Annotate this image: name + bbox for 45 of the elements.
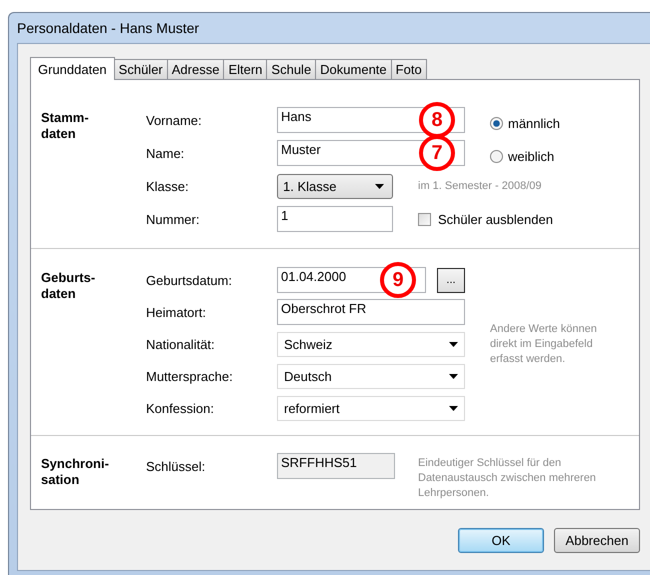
dropdown-field[interactable]: reformiert	[277, 396, 465, 420]
checkbox[interactable]	[418, 212, 431, 226]
field-label: Klasse:	[146, 178, 190, 194]
class-dropdown[interactable]: 1. Klasse	[277, 174, 393, 198]
cancel-button[interactable]: Abbrechen	[554, 528, 640, 553]
field-label: Nummer:	[146, 212, 200, 226]
radio-option[interactable]: männlich	[490, 116, 560, 130]
tab[interactable]: Schule	[266, 59, 316, 79]
callout-badge: 8	[419, 102, 455, 138]
dropdown-arrow-icon	[449, 342, 458, 346]
ok-button[interactable]: OK	[458, 528, 544, 553]
input-field[interactable]: Oberschrot FR	[277, 299, 465, 325]
dropdown-field[interactable]: Deutsch	[277, 364, 465, 388]
dropdown-arrow-icon	[375, 184, 384, 188]
field-label: Name:	[146, 146, 186, 160]
semester-hint: im 1. Semester - 2008/09	[418, 180, 542, 192]
field-label: Vorname:	[146, 112, 203, 128]
checkbox-option[interactable]: Schüler ausblenden	[418, 212, 553, 226]
section-title: Stamm-daten	[41, 110, 90, 142]
tab[interactable]: Adresse	[166, 59, 224, 79]
help-note: Eindeutiger Schlüssel für den Datenaustausch zwischen mehreren Lehrpersonen.	[418, 456, 597, 501]
dropdown-arrow-icon	[449, 374, 458, 378]
callout-badge: 7	[419, 135, 455, 171]
section-title: Synchroni-sation	[41, 456, 110, 488]
field-label: Schlüssel:	[146, 458, 206, 474]
field-label: Konfession:	[146, 400, 215, 416]
tab[interactable]: Grunddaten	[30, 57, 115, 80]
tab[interactable]: Eltern	[223, 59, 268, 79]
field-label: Nationalität:	[146, 336, 216, 352]
window-title: Personaldaten - Hans Muster	[17, 20, 200, 36]
dropdown-field[interactable]: Schweiz	[277, 332, 465, 356]
input-field[interactable]: SRFFHHS51	[277, 453, 395, 479]
date-picker-button[interactable]: ...	[437, 268, 465, 292]
dropdown-arrow-icon	[449, 406, 458, 410]
tab[interactable]: Schüler	[114, 59, 168, 79]
field-label: Heimatort:	[146, 304, 207, 320]
tab[interactable]: Foto	[390, 59, 427, 79]
tab[interactable]: Dokumente	[315, 59, 392, 79]
callout-badge: 9	[380, 262, 416, 298]
help-note: Andere Werte können direkt im Eingabefeld erfasst werden.	[490, 322, 598, 366]
input-field[interactable]: 1	[277, 206, 393, 232]
field-label: Geburtsdatum:	[146, 272, 233, 288]
section-title: Geburts-daten	[41, 270, 96, 302]
field-label: Muttersprache:	[146, 368, 234, 384]
radio-option[interactable]: weiblich	[490, 148, 554, 164]
